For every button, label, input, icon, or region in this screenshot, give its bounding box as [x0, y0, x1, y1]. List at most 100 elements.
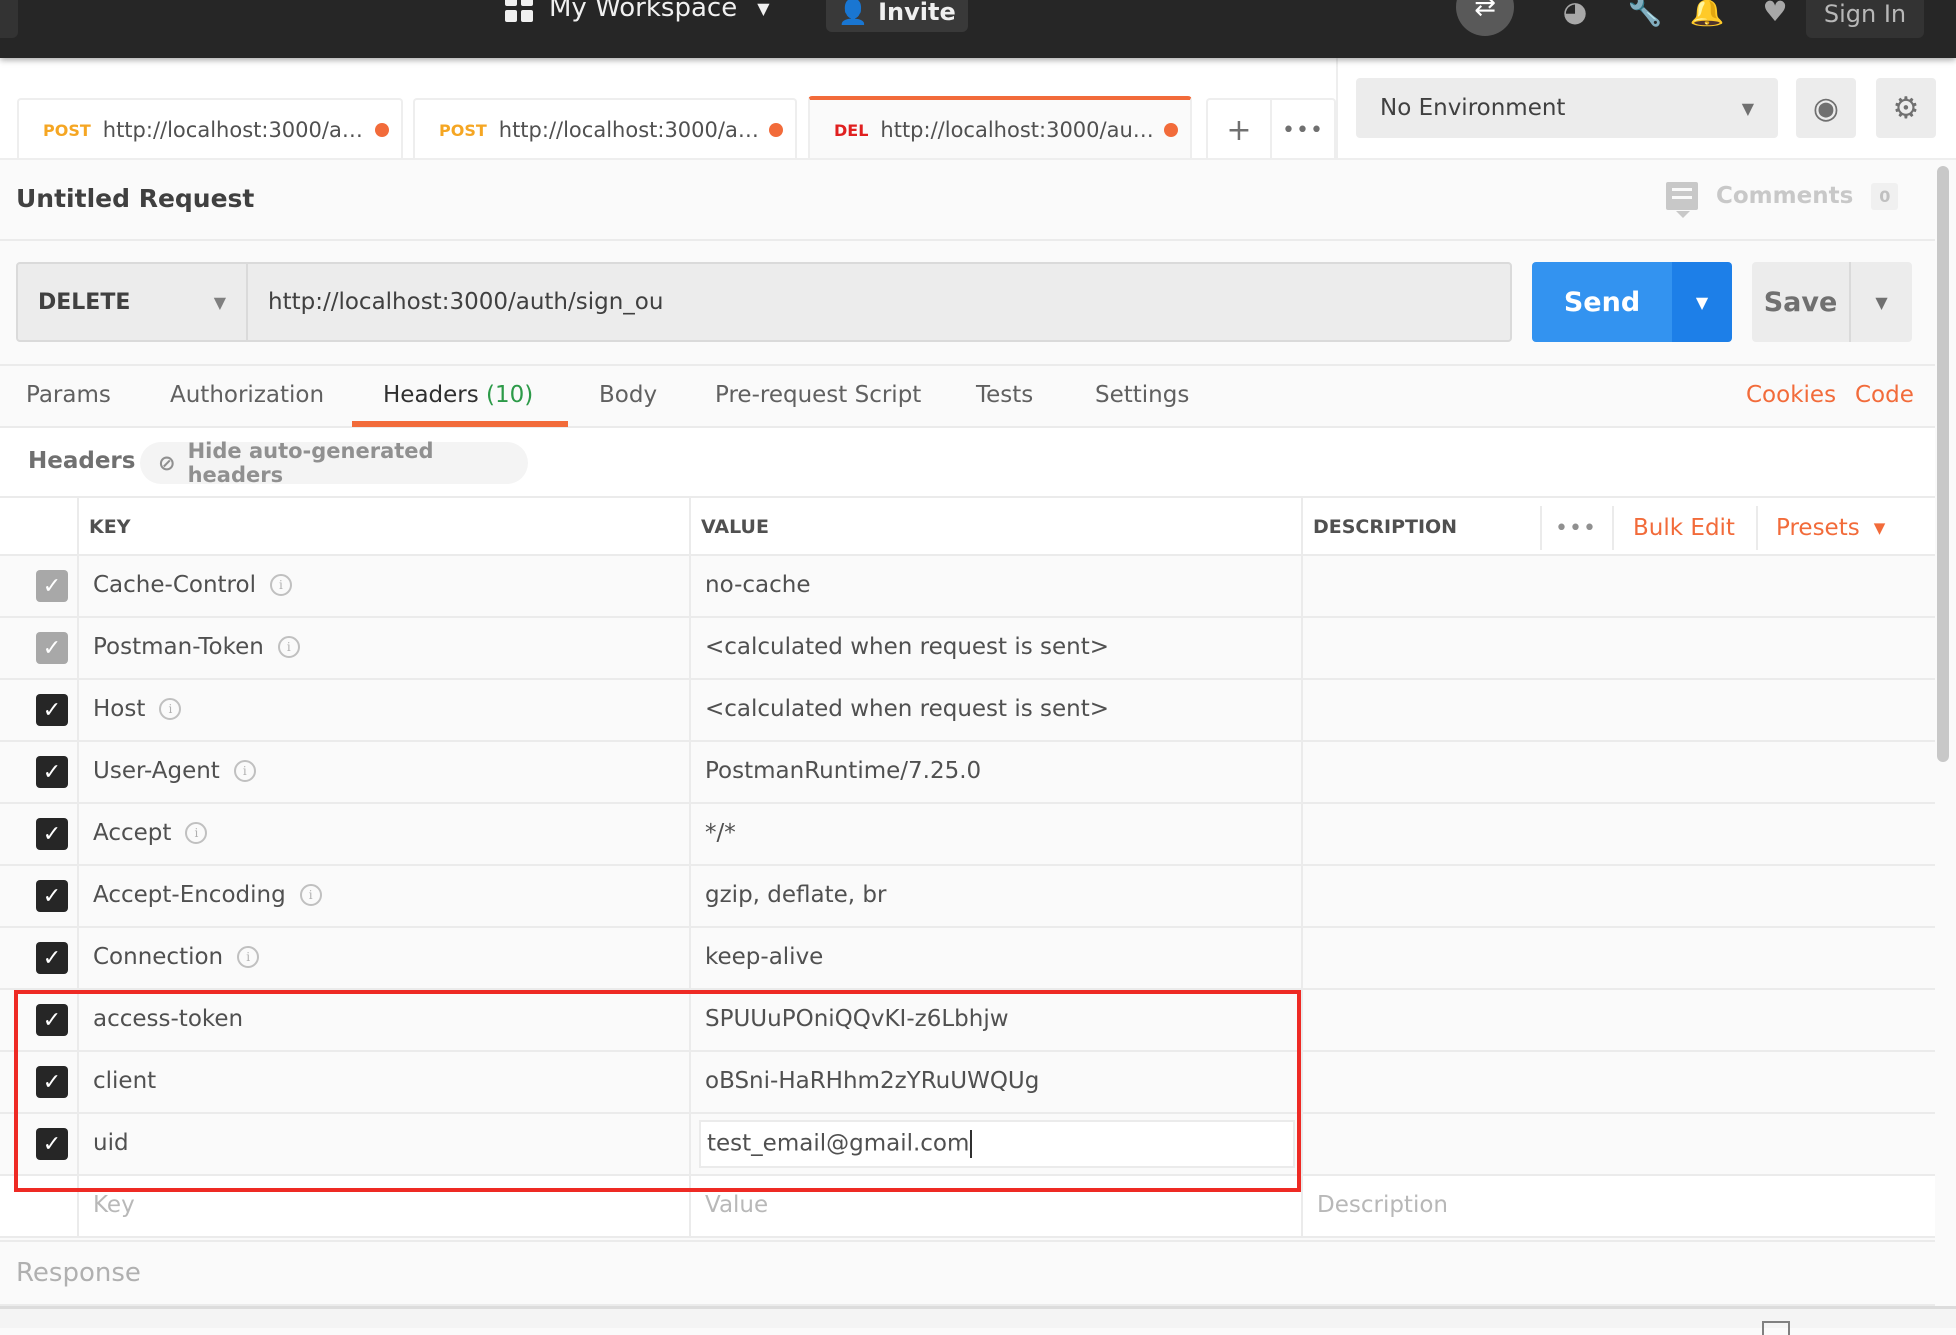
header-key[interactable]: User-Agent i	[93, 758, 256, 784]
header-description[interactable]	[1301, 742, 1935, 802]
hide-auto-generated-headers-button[interactable]: ⊘ Hide auto-generated headers	[140, 439, 528, 487]
description-placeholder-input[interactable]: Description	[1317, 1192, 1448, 1218]
header-description[interactable]	[1301, 990, 1935, 1050]
header-value[interactable]: keep-alive	[705, 944, 823, 970]
header-enabled-checkbox[interactable]: ✓	[36, 1128, 68, 1160]
satellite-icon[interactable]: ◕	[1558, 0, 1592, 28]
request-tab-active[interactable]: DEL http://localhost:3000/auth...	[808, 96, 1192, 160]
header-description[interactable]	[1301, 556, 1935, 616]
header-description[interactable]	[1301, 866, 1935, 926]
tab-label: Tests	[976, 382, 1034, 408]
request-tab[interactable]: POST http://localhost:3000/auth	[17, 98, 403, 160]
info-icon[interactable]: i	[277, 636, 300, 658]
sign-in-button[interactable]: Sign In	[1806, 0, 1924, 38]
environment-quick-look-button[interactable]: ◉	[1796, 78, 1856, 138]
header-key-text: Accept	[93, 820, 172, 846]
info-icon[interactable]: i	[237, 946, 260, 968]
header-key[interactable]: uid	[93, 1130, 129, 1156]
header-description[interactable]	[1301, 804, 1935, 864]
header-enabled-checkbox[interactable]: ✓	[36, 756, 68, 788]
divider	[1336, 58, 1338, 160]
unsaved-dot-icon	[375, 123, 389, 137]
tab-params[interactable]: Params	[26, 382, 111, 408]
save-button[interactable]: Save	[1752, 262, 1851, 342]
tab-body[interactable]: Body	[599, 382, 657, 408]
code-link[interactable]: Code	[1855, 382, 1914, 408]
more-tabs-button[interactable]: •••	[1270, 100, 1334, 160]
scrollbar-thumb[interactable]	[1937, 166, 1949, 762]
header-key[interactable]: Connection i	[93, 944, 260, 970]
value-placeholder-input[interactable]: Value	[705, 1192, 768, 1218]
header-enabled-checkbox[interactable]: ✓	[36, 1004, 68, 1036]
header-key[interactable]: Accept-Encoding i	[93, 882, 322, 908]
header-description[interactable]	[1301, 1052, 1935, 1112]
environment-select[interactable]: No Environment ▼	[1356, 78, 1778, 138]
manage-environments-button[interactable]: ⚙	[1876, 78, 1936, 138]
method-select[interactable]: DELETE ▼	[18, 264, 248, 340]
header-description[interactable]	[1301, 928, 1935, 988]
header-row: ✓ Cache-Control i no-cache	[0, 556, 1935, 618]
tab-tests[interactable]: Tests	[976, 382, 1033, 408]
header-value[interactable]: */*	[705, 820, 736, 846]
invite-button[interactable]: 👤 Invite	[826, 0, 968, 32]
send-button[interactable]: Send	[1532, 262, 1672, 342]
header-enabled-checkbox[interactable]: ✓	[36, 942, 68, 974]
presets-dropdown[interactable]: Presets ▼	[1756, 506, 1896, 550]
save-options-button[interactable]: ▼	[1851, 262, 1912, 342]
header-enabled-checkbox[interactable]: ✓	[36, 818, 68, 850]
sync-off-icon[interactable]: ⇄	[1456, 0, 1514, 36]
header-value[interactable]: <calculated when request is sent>	[705, 696, 1109, 722]
header-enabled-checkbox[interactable]: ✓	[36, 1066, 68, 1098]
header-enabled-checkbox[interactable]: ✓	[36, 880, 68, 912]
workspace-switcher[interactable]: My Workspace ▼	[505, 0, 770, 28]
header-value[interactable]: SPUUuPOniQQvKI-z6Lbhjw	[705, 1006, 1009, 1032]
header-value-input[interactable]: test_email@gmail.com	[699, 1120, 1295, 1168]
bulk-edit-button[interactable]: Bulk Edit	[1612, 506, 1754, 550]
table-more-options-button[interactable]: •••	[1540, 506, 1610, 550]
header-description[interactable]	[1301, 680, 1935, 740]
header-key[interactable]: client	[93, 1068, 156, 1094]
header-value[interactable]: <calculated when request is sent>	[705, 634, 1109, 660]
header-description[interactable]	[1301, 1114, 1935, 1174]
header-value[interactable]: gzip, deflate, br	[705, 882, 886, 908]
header-key[interactable]: Accept i	[93, 820, 208, 846]
key-placeholder-input[interactable]: Key	[93, 1192, 135, 1218]
comments-count: 0	[1871, 182, 1899, 210]
new-tab-button[interactable]: +	[1208, 100, 1270, 160]
tab-headers[interactable]: Headers (10)	[383, 382, 533, 408]
info-icon[interactable]: i	[159, 698, 182, 720]
environment-label: No Environment	[1380, 95, 1566, 121]
status-bar	[0, 1306, 1956, 1335]
info-icon[interactable]: i	[185, 822, 208, 844]
comments-button[interactable]: Comments 0	[1666, 182, 1899, 218]
header-value[interactable]: PostmanRuntime/7.25.0	[705, 758, 981, 784]
tab-settings[interactable]: Settings	[1095, 382, 1189, 408]
tab-pre-request-script[interactable]: Pre-request Script	[715, 382, 921, 408]
url-input[interactable]: http://localhost:3000/auth/sign_ou	[248, 264, 1510, 340]
header-enabled-checkbox[interactable]: ✓	[36, 694, 68, 726]
request-title[interactable]: Untitled Request	[16, 184, 254, 213]
header-row: ✓ Host i <calculated when request is sent>	[0, 680, 1935, 742]
info-icon[interactable]: i	[269, 574, 292, 596]
header-key[interactable]: Host i	[93, 696, 182, 722]
info-icon[interactable]: i	[233, 760, 256, 782]
tab-authorization[interactable]: Authorization	[170, 382, 324, 408]
scrollbar[interactable]	[1937, 166, 1951, 1302]
header-key[interactable]: access-token	[93, 1006, 243, 1032]
request-tab[interactable]: POST http://localhost:3000/aut...	[413, 98, 797, 160]
header-key[interactable]: Postman-Token i	[93, 634, 300, 660]
two-pane-view-icon[interactable]	[1762, 1321, 1790, 1335]
bell-icon[interactable]: 🔔	[1690, 0, 1725, 28]
cookies-link[interactable]: Cookies	[1746, 382, 1836, 408]
header-key-text: uid	[93, 1130, 129, 1156]
header-description[interactable]	[1301, 618, 1935, 678]
wrench-icon[interactable]: 🔧	[1628, 0, 1663, 28]
send-options-button[interactable]: ▼	[1672, 262, 1732, 342]
info-icon[interactable]: i	[299, 884, 322, 906]
presets-label: Presets	[1776, 515, 1860, 541]
header-value[interactable]: no-cache	[705, 572, 811, 598]
header-key[interactable]: Cache-Control i	[93, 572, 292, 598]
header-value[interactable]: oBSni-HaRHhm2zYRuUWQUg	[705, 1068, 1039, 1094]
top-bar-left-button[interactable]	[0, 0, 18, 38]
heart-icon[interactable]: ♥	[1758, 0, 1792, 28]
